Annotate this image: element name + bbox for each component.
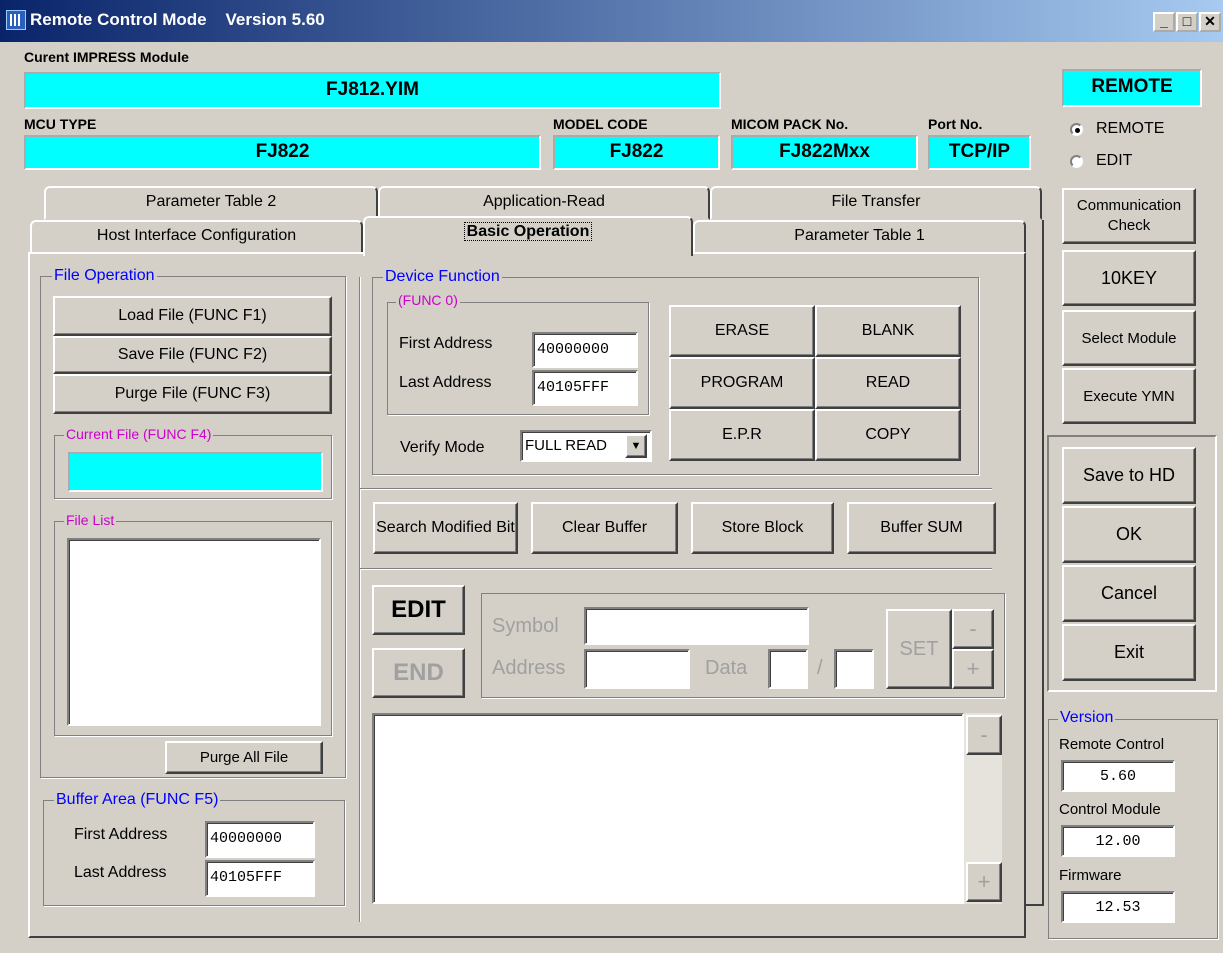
save-to-hd-button[interactable]: Save to HD [1062, 447, 1196, 504]
device-first-input[interactable]: 40000000 [532, 332, 638, 368]
mcu-value: FJ822 [24, 135, 541, 170]
communication-check-button[interactable]: Communication Check [1062, 188, 1196, 244]
program-button[interactable]: PROGRAM [669, 357, 815, 409]
title-bar[interactable]: Remote Control Mode Version 5.60 _ □ ✕ [0, 0, 1223, 42]
verify-mode-label: Verify Mode [400, 439, 485, 456]
end-button[interactable]: END [372, 648, 465, 698]
device-last-label: Last Address [399, 374, 492, 391]
data-plus-button[interactable]: + [952, 649, 994, 689]
search-modified-bit-button[interactable]: Search Modified Bit [373, 502, 518, 554]
address-input[interactable] [584, 649, 690, 689]
tab-parameter-table-2[interactable]: Parameter Table 2 [44, 186, 378, 220]
address-label: Address [492, 657, 566, 679]
remote-control-label: Remote Control [1059, 736, 1165, 753]
purge-all-button[interactable]: Purge All File [165, 741, 323, 774]
micom-label: MICOM PACK No. [731, 116, 849, 132]
separator-2 [360, 568, 992, 569]
maximize-icon[interactable]: □ [1176, 12, 1198, 32]
file-list-title: File List [64, 512, 117, 528]
window-version: Version 5.60 [225, 10, 325, 29]
edit-radio-label[interactable]: EDIT [1096, 152, 1132, 170]
edit-radio[interactable] [1070, 155, 1083, 168]
vertical-separator [359, 277, 360, 922]
blank-button[interactable]: BLANK [815, 305, 961, 357]
tab-basic-operation-label: Basic Operation [463, 222, 593, 241]
tab-parameter-table-1[interactable]: Parameter Table 1 [693, 220, 1026, 254]
window-title: Remote Control Mode Version 5.60 [30, 10, 325, 30]
window-title-text: Remote Control Mode [30, 10, 207, 29]
symbol-input[interactable] [584, 607, 809, 645]
select-module-button[interactable]: Select Module [1062, 310, 1196, 366]
control-module-label: Control Module [1059, 801, 1161, 818]
exit-button[interactable]: Exit [1062, 624, 1196, 681]
func0-title: (FUNC 0) [396, 292, 460, 308]
chevron-down-icon[interactable]: ▼ [625, 434, 647, 458]
data-input-2[interactable] [834, 649, 874, 689]
firmware-version: 12.53 [1061, 891, 1175, 923]
read-button[interactable]: READ [815, 357, 961, 409]
version-title: Version [1058, 709, 1116, 727]
clear-buffer-button[interactable]: Clear Buffer [531, 502, 678, 554]
file-operation-title: File Operation [52, 267, 157, 285]
remote-radio[interactable] [1070, 123, 1083, 136]
minimize-icon[interactable]: _ [1153, 12, 1175, 32]
buffer-area-title: Buffer Area (FUNC F5) [54, 791, 221, 809]
port-label: Port No. [928, 116, 983, 132]
buffer-sum-button[interactable]: Buffer SUM [847, 502, 996, 554]
log-plus-button[interactable]: + [966, 862, 1002, 902]
firmware-label: Firmware [1059, 867, 1122, 884]
data-separator: / [817, 657, 823, 679]
app-icon [6, 10, 26, 30]
file-list[interactable] [67, 538, 321, 726]
current-file-title: Current File (FUNC F4) [64, 426, 214, 442]
ok-button[interactable]: OK [1062, 506, 1196, 563]
separator-1 [360, 488, 992, 489]
model-value: FJ822 [553, 135, 720, 170]
verify-mode-value: FULL READ [525, 437, 607, 454]
cancel-button[interactable]: Cancel [1062, 565, 1196, 622]
save-file-button[interactable]: Save File (FUNC F2) [53, 336, 332, 374]
tab-basic-operation[interactable]: Basic Operation [363, 216, 693, 256]
log-area[interactable] [372, 713, 964, 904]
tab-application-read[interactable]: Application-Read [378, 186, 710, 220]
data-input-1[interactable] [768, 649, 808, 689]
device-function-title: Device Function [383, 268, 502, 286]
tab-file-transfer[interactable]: File Transfer [710, 186, 1042, 220]
module-label: Curent IMPRESS Module [24, 49, 189, 65]
mode-badge: REMOTE [1062, 69, 1202, 107]
tab-panel-back [1024, 220, 1044, 906]
erase-button[interactable]: ERASE [669, 305, 815, 357]
close-icon[interactable]: ✕ [1199, 12, 1221, 32]
port-value: TCP/IP [928, 135, 1031, 170]
store-block-button[interactable]: Store Block [691, 502, 834, 554]
buffer-last-label: Last Address [74, 864, 167, 881]
device-first-label: First Address [399, 335, 493, 352]
model-label: MODEL CODE [553, 116, 648, 132]
buffer-first-input[interactable]: 40000000 [205, 821, 315, 858]
module-value: FJ812.YIM [24, 72, 721, 109]
epr-button[interactable]: E.P.R [669, 409, 815, 461]
data-label: Data [705, 657, 748, 679]
set-button[interactable]: SET [886, 609, 952, 689]
buffer-first-label: First Address [74, 826, 168, 843]
device-last-input[interactable]: 40105FFF [532, 370, 638, 406]
load-file-button[interactable]: Load File (FUNC F1) [53, 296, 332, 336]
data-minus-button[interactable]: - [952, 609, 994, 649]
mcu-label: MCU TYPE [24, 116, 97, 132]
execute-ymn-button[interactable]: Execute YMN [1062, 368, 1196, 424]
log-minus-button[interactable]: - [966, 715, 1002, 755]
symbol-label: Symbol [492, 615, 559, 637]
micom-value: FJ822Mxx [731, 135, 918, 170]
tab-host-interface[interactable]: Host Interface Configuration [30, 220, 363, 254]
current-file-field[interactable] [68, 452, 323, 492]
copy-button[interactable]: COPY [815, 409, 961, 461]
10key-button[interactable]: 10KEY [1062, 250, 1196, 306]
remote-radio-label[interactable]: REMOTE [1096, 120, 1164, 138]
buffer-last-input[interactable]: 40105FFF [205, 860, 315, 897]
edit-button[interactable]: EDIT [372, 585, 465, 635]
purge-file-button[interactable]: Purge File (FUNC F3) [53, 374, 332, 414]
remote-control-version: 5.60 [1061, 760, 1175, 792]
control-module-version: 12.00 [1061, 825, 1175, 857]
